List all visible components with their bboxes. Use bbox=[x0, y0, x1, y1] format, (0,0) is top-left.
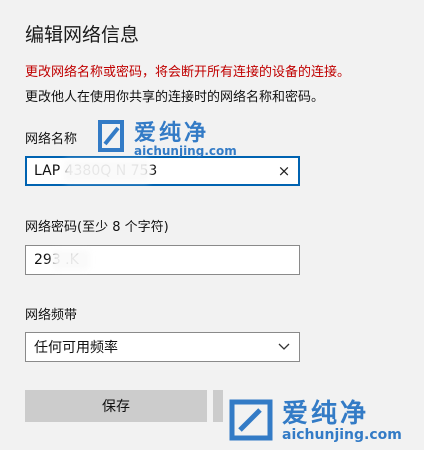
warning-text: 更改网络名称或密码，将会断开所有连接的设备的连接。 bbox=[25, 65, 351, 80]
watermark-name: 爱纯净 bbox=[134, 120, 210, 146]
watermark-logo-icon bbox=[98, 120, 124, 152]
band-selected-value: 任何可用频率 bbox=[34, 340, 118, 356]
watermark: 爱纯净 aichunjing.com bbox=[96, 116, 237, 164]
watermark-url: aichunjing.com bbox=[134, 143, 237, 158]
cancel-button[interactable] bbox=[213, 390, 223, 422]
password-label: 网络密码(至少 8 个字符) bbox=[25, 220, 169, 235]
network-name-label: 网络名称 bbox=[25, 132, 78, 147]
band-select[interactable]: 任何可用频率 bbox=[25, 332, 300, 362]
watermark: 爱纯净 aichunjing.com bbox=[226, 398, 402, 446]
redaction-blur bbox=[52, 250, 90, 270]
edit-network-dialog: 编辑网络信息 更改网络名称或密码，将会断开所有连接的设备的连接。 更改他人在使用… bbox=[0, 0, 424, 450]
band-label: 网络频带 bbox=[25, 308, 78, 323]
dialog-title: 编辑网络信息 bbox=[25, 24, 140, 46]
info-text: 更改他人在使用你共享的连接时的网络名称和密码。 bbox=[25, 90, 325, 105]
watermark-logo-icon bbox=[229, 399, 273, 441]
clear-icon[interactable]: × bbox=[277, 162, 291, 180]
watermark-url: aichunjing.com bbox=[282, 426, 402, 443]
save-button[interactable]: 保存 bbox=[25, 390, 207, 422]
watermark-name: 爱纯净 bbox=[282, 398, 370, 429]
chevron-down-icon bbox=[277, 340, 291, 354]
